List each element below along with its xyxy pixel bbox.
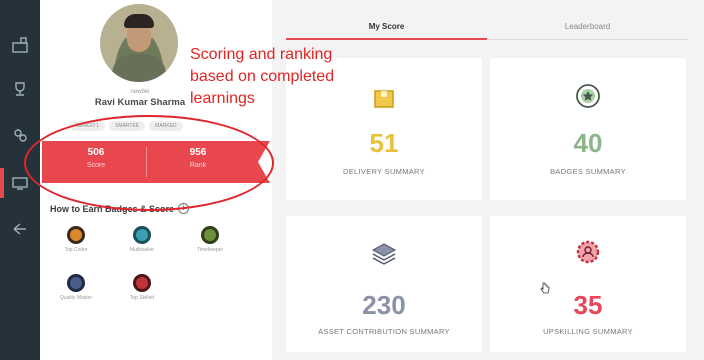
badge-top-coder[interactable]: Top Coder — [46, 226, 106, 253]
badge-top-skilled[interactable]: Top Skilled — [112, 274, 172, 301]
layers-icon — [371, 243, 397, 265]
upskilling-value: 35 — [573, 290, 603, 320]
dashboard-icon[interactable] — [0, 30, 40, 60]
badges-title: BADGES SUMMARY — [550, 167, 626, 176]
share-icon[interactable] — [0, 214, 40, 244]
avatar — [100, 4, 178, 82]
badge-label: Multitasker — [129, 247, 155, 253]
badge-label: Top Skilled — [129, 295, 155, 301]
badge-label: Quality Master — [59, 295, 93, 301]
upskilling-summary-card[interactable]: 35 UPSKILLING SUMMARY — [490, 216, 686, 352]
delivery-title: DELIVERY SUMMARY — [343, 167, 425, 176]
star-badge-icon — [576, 84, 600, 108]
top-coder-icon — [67, 226, 85, 244]
annotation-ellipse — [24, 115, 274, 211]
badge-label: Top Coder — [64, 247, 88, 253]
badges-value: 40 — [573, 128, 603, 158]
tab-bar: My Score Leaderboard — [286, 14, 688, 40]
quality-master-icon — [67, 274, 85, 292]
badge-label: Timekeeper — [196, 247, 224, 253]
annotation-line: learnings — [190, 90, 255, 107]
badge-timekeeper[interactable]: Timekeeper — [180, 226, 240, 253]
badge-multitasker[interactable]: Multitasker — [112, 226, 172, 253]
asset-value: 230 — [362, 290, 406, 320]
app: newbie Ravi Kumar Sharma MANGO 1 SMARTEE… — [0, 0, 704, 360]
gear-user-icon — [576, 240, 600, 264]
delivery-value: 51 — [369, 128, 399, 158]
annotation-text: Scoring and ranking based on completed l… — [190, 44, 410, 110]
badges-summary-card[interactable]: 40 BADGES SUMMARY — [490, 58, 686, 200]
tab-leaderboard[interactable]: Leaderboard — [487, 14, 688, 40]
timekeeper-icon — [201, 226, 219, 244]
asset-title: ASSET CONTRIBUTION SUMMARY — [318, 327, 450, 336]
top-skilled-icon — [133, 274, 151, 292]
upskilling-title: UPSKILLING SUMMARY — [543, 327, 633, 336]
multitasker-icon — [133, 226, 151, 244]
asset-contribution-summary-card[interactable]: 230 ASSET CONTRIBUTION SUMMARY — [286, 216, 482, 352]
hand-cursor-icon — [540, 282, 550, 294]
trophy-icon[interactable] — [0, 74, 40, 104]
badge-quality-master[interactable]: Quality Master — [46, 274, 106, 301]
annotation-line: based on completed — [190, 68, 335, 85]
tab-my-score[interactable]: My Score — [286, 14, 487, 40]
annotation-line: Scoring and ranking — [190, 46, 333, 63]
